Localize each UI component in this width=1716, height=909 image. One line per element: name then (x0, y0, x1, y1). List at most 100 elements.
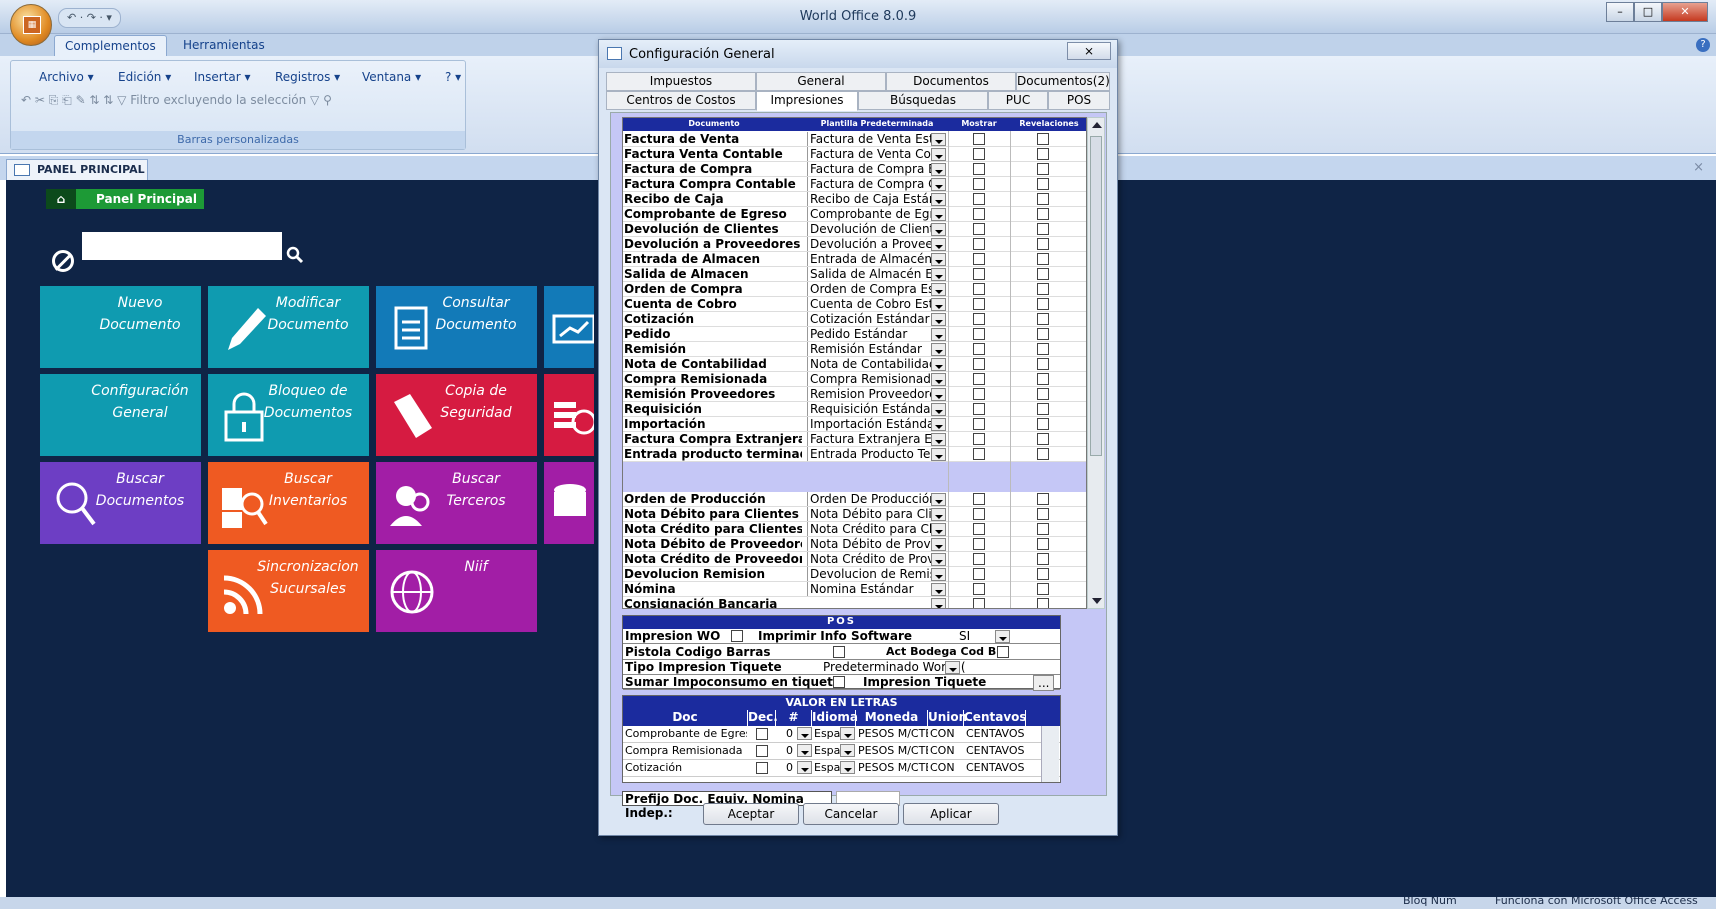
union-cell[interactable]: CON (930, 761, 964, 774)
revelaciones-checkbox[interactable] (1037, 223, 1049, 235)
revelaciones-checkbox[interactable] (1037, 193, 1049, 205)
plantilla-dropdown-icon[interactable] (931, 298, 946, 311)
close-button[interactable]: ✕ (1662, 2, 1708, 22)
revelaciones-checkbox[interactable] (1037, 358, 1049, 370)
plantilla-dropdown-icon[interactable] (931, 283, 946, 296)
mostrar-checkbox[interactable] (973, 238, 985, 250)
plantilla-cell[interactable]: Compra Remisionada Es (807, 372, 931, 386)
plantilla-dropdown-icon[interactable] (931, 358, 946, 371)
menu-archivo[interactable]: Archivo ▾ (39, 70, 94, 84)
dec-checkbox[interactable] (756, 728, 768, 740)
aplicar-button[interactable]: Aplicar (903, 803, 999, 825)
table-row[interactable]: Nota Débito de Proveedores Nota Débito de… (623, 537, 1086, 552)
plantilla-dropdown-icon[interactable] (931, 238, 946, 251)
tile-reports[interactable] (544, 286, 594, 368)
mostrar-checkbox[interactable] (973, 253, 985, 265)
clear-icon[interactable] (52, 250, 74, 272)
mostrar-checkbox[interactable] (973, 373, 985, 385)
revelaciones-checkbox[interactable] (1037, 163, 1049, 175)
union-cell[interactable]: CON (930, 744, 964, 757)
revelaciones-checkbox[interactable] (1037, 433, 1049, 445)
table-row[interactable]: Factura Compra Extranjera Factura Extranj… (623, 432, 1086, 447)
revelaciones-checkbox[interactable] (1037, 253, 1049, 265)
mostrar-checkbox[interactable] (973, 343, 985, 355)
plantilla-cell[interactable]: Factura de Venta Conta (807, 147, 931, 161)
tab-impresiones[interactable]: Impresiones (756, 91, 858, 111)
revelaciones-checkbox[interactable] (1037, 508, 1049, 520)
plantilla-dropdown-icon[interactable] (931, 163, 946, 176)
plantilla-dropdown-icon[interactable] (931, 193, 946, 206)
centavos-cell[interactable]: CENTAVOS (966, 761, 1026, 774)
plantilla-cell[interactable]: Comprobante de Egres (807, 207, 931, 221)
mostrar-checkbox[interactable] (973, 523, 985, 535)
menu-help[interactable]: ? ▾ (445, 70, 461, 84)
mostrar-checkbox[interactable] (973, 163, 985, 175)
table-row[interactable]: Nota Débito para Clientes Nota Débito par… (623, 507, 1086, 522)
table-row[interactable]: Recibo de Caja Recibo de Caja Estánda (623, 192, 1086, 207)
table-row[interactable]: Remisión Proveedores Remision Proveedores… (623, 387, 1086, 402)
tab-centros-costos[interactable]: Centros de Costos (606, 91, 756, 110)
revelaciones-checkbox[interactable] (1037, 553, 1049, 565)
cancelar-button[interactable]: Cancelar (803, 803, 899, 825)
table-row[interactable]: Devolucion Remision Devolucion de Remisió… (623, 567, 1086, 582)
idioma-dropdown-icon[interactable] (840, 727, 855, 740)
table-row[interactable] (623, 462, 1086, 477)
ndec-dropdown-icon[interactable] (797, 761, 812, 774)
act-bodega-checkbox[interactable] (997, 646, 1009, 658)
table-row[interactable]: Entrada producto terminado Entrada Produc… (623, 447, 1086, 462)
table-row[interactable]: Requisición Requisición Estándar (623, 402, 1086, 417)
help-icon[interactable]: ? (1696, 38, 1710, 52)
table-row[interactable]: Nota de Contabilidad Nota de Contabilidad… (623, 357, 1086, 372)
plantilla-cell[interactable]: Devolucion de Remisión (807, 567, 931, 581)
plantilla-cell[interactable]: Entrada de Almacén Est (807, 252, 931, 266)
table-row[interactable]: Factura Compra Contable Factura de Compra… (623, 177, 1086, 192)
tab-general[interactable]: General (756, 72, 886, 91)
table-row[interactable]: Salida de Almacen Salida de Almacén Está (623, 267, 1086, 282)
revelaciones-checkbox[interactable] (1037, 268, 1049, 280)
plantilla-cell[interactable]: Nota Crédito de Provee (807, 552, 931, 566)
revelaciones-checkbox[interactable] (1037, 388, 1049, 400)
tile-database[interactable] (544, 462, 594, 544)
mostrar-checkbox[interactable] (973, 538, 985, 550)
tab-impuestos[interactable]: Impuestos (606, 72, 756, 91)
table-row[interactable]: Comprobante de Egreso Comprobante de Egre… (623, 207, 1086, 222)
plantilla-dropdown-icon[interactable] (931, 538, 946, 551)
tab-herramientas[interactable]: Herramientas (173, 35, 275, 56)
toolbar-filter[interactable]: ↶ ✂ ⎘ ⎗ ✎ ⇅ ⇅ ▽ Filtro excluyendo la sel… (21, 93, 332, 108)
menu-insertar[interactable]: Insertar ▾ (194, 70, 251, 84)
mostrar-checkbox[interactable] (973, 208, 985, 220)
ndec-dropdown-icon[interactable] (797, 727, 812, 740)
centavos-cell[interactable]: CENTAVOS (966, 727, 1026, 740)
mostrar-checkbox[interactable] (973, 448, 985, 460)
plantilla-dropdown-icon[interactable] (931, 553, 946, 566)
tile-nuevo-documento[interactable]: Nuevo Documento (40, 286, 201, 368)
mostrar-checkbox[interactable] (973, 178, 985, 190)
union-cell[interactable]: CON (930, 727, 964, 740)
plantilla-cell[interactable]: Requisición Estándar (807, 402, 931, 416)
tab-panel-principal[interactable]: PANEL PRINCIPAL (6, 159, 148, 180)
plantilla-dropdown-icon[interactable] (931, 523, 946, 536)
imprimir-info-dropdown[interactable] (995, 630, 1010, 643)
revelaciones-checkbox[interactable] (1037, 178, 1049, 190)
plantilla-cell[interactable]: Remision Proveedores E (807, 387, 931, 401)
moneda-cell[interactable]: PESOS M/CTE (858, 727, 928, 740)
mostrar-checkbox[interactable] (973, 388, 985, 400)
table-row[interactable]: Remisión Remisión Estándar (623, 342, 1086, 357)
plantilla-dropdown-icon[interactable] (931, 313, 946, 326)
plantilla-cell[interactable]: Importación Estándar (807, 417, 931, 431)
ndec-dropdown-icon[interactable] (797, 744, 812, 757)
table-row[interactable]: Compra Remisionada 0 Espa PESOS M/CTE CON CEN… (623, 743, 1060, 760)
plantilla-cell[interactable]: Factura Extranjera Está (807, 432, 931, 446)
sumar-checkbox[interactable] (833, 676, 845, 688)
tile-niif[interactable]: Niif (376, 550, 537, 632)
tile-modificar-documento[interactable]: Modificar Documento (208, 286, 369, 368)
mostrar-checkbox[interactable] (973, 223, 985, 235)
scroll-up-icon[interactable] (1092, 122, 1102, 128)
tile-configuracion-general[interactable]: Configuración General (40, 374, 201, 456)
table-row[interactable] (623, 477, 1086, 492)
dec-checkbox[interactable] (756, 762, 768, 774)
mostrar-checkbox[interactable] (973, 358, 985, 370)
plantilla-dropdown-icon[interactable] (931, 568, 946, 581)
mostrar-checkbox[interactable] (973, 328, 985, 340)
plantilla-dropdown-icon[interactable] (931, 328, 946, 341)
